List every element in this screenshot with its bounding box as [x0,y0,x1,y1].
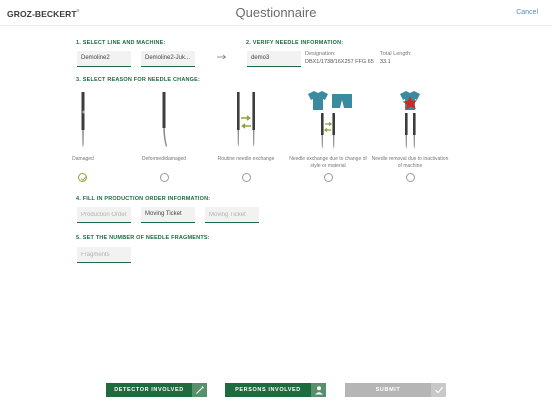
garment-exchange-icon [308,91,352,149]
detector-involved-label: DETECTOR INVOLVED [114,387,184,393]
checkmark-icon [80,176,87,181]
section-2-label: 2. VERIFY NEEDLE INFORMATION: [246,40,344,46]
persons-involved-label: PERSONS INVOLVED [235,387,301,393]
reason-radio-style-change[interactable] [324,173,333,182]
page-title: Questionnaire [235,5,317,20]
reason-label-routine: Routine needle exchange [217,156,275,162]
designation-label: Designation: [305,51,336,57]
reason-label-deformed: Deformed/damaged [141,156,187,162]
reason-label-inactivation: Needle removal due to inactivation of ma… [371,156,449,169]
arrow-right-icon [217,52,227,62]
designation-value: DBX1/1738/16X257 FFG 65 [305,59,374,65]
deformed-needle-icon [162,92,167,147]
pen-icon [192,383,207,397]
total-length-label: Total Length: [380,51,412,57]
submit-button[interactable]: SUBMIT [345,383,446,397]
cancel-button[interactable]: Cancel [516,9,538,16]
damaged-needle-icon [81,92,85,148]
header-bar: GROZ-BECKERT® Questionnaire Cancel [0,0,552,26]
moving-ticket-input[interactable] [205,207,259,223]
section-3-label: 3. SELECT REASON FOR NEEDLE CHANGE: [76,77,201,83]
person-icon [311,383,326,397]
detector-involved-button[interactable]: DETECTOR INVOLVED [106,383,207,397]
submit-label: SUBMIT [375,387,401,393]
needle-select[interactable]: demo3 [247,51,301,67]
moving-ticket-select[interactable]: Moving Ticket [141,207,195,223]
machine-select[interactable]: Demoline2-Juk... [141,51,195,67]
line-select[interactable]: Demoline2 [77,51,131,67]
reason-radio-damaged[interactable] [78,173,87,182]
machine-inactivation-icon [400,91,420,149]
reason-radio-deformed[interactable] [160,173,169,182]
persons-involved-button[interactable]: PERSONS INVOLVED [225,383,326,397]
total-length-value: 33.1 [380,59,391,65]
production-order-input[interactable] [77,207,131,223]
routine-exchange-icon [237,92,255,147]
reason-radio-routine[interactable] [242,173,251,182]
section-4-label: 4. FILL IN PRODUCTION ORDER INFORMATION: [76,196,211,202]
reason-label-damaged: Damaged [72,156,94,162]
section-1-label: 1. SELECT LINE AND MACHINE: [76,40,166,46]
section-5-label: 5. SET THE NUMBER OF NEEDLE FRAGMENTS: [76,235,210,241]
reason-label-style-change: Needle exchange due to change of style o… [289,156,367,169]
reason-radio-inactivation[interactable] [406,173,415,182]
fragments-input[interactable] [77,247,131,263]
checkmark-icon [431,383,446,397]
